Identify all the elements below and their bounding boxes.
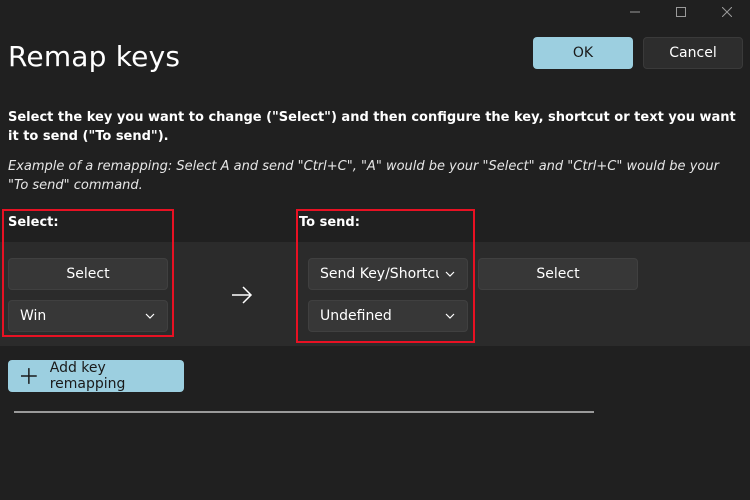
maximize-icon	[676, 7, 686, 17]
add-key-remapping-button[interactable]: Add key remapping	[8, 360, 184, 392]
close-icon	[722, 7, 732, 17]
divider	[14, 411, 594, 413]
close-button[interactable]	[704, 0, 750, 24]
ok-button[interactable]: OK	[533, 37, 633, 69]
window-controls	[612, 0, 750, 24]
select-shortcut-button[interactable]: Select	[478, 258, 638, 290]
add-key-remapping-label: Add key remapping	[49, 360, 126, 392]
maximize-button[interactable]	[658, 0, 704, 24]
cancel-button[interactable]: Cancel	[643, 37, 743, 69]
to-send-highlight-box	[296, 209, 475, 343]
minimize-icon	[630, 11, 640, 13]
plus-icon	[20, 368, 37, 384]
page-title: Remap keys	[8, 40, 181, 73]
minimize-button[interactable]	[612, 0, 658, 24]
instructions-text: Select the key you want to change ("Sele…	[8, 110, 736, 144]
arrow-right-icon	[232, 286, 253, 304]
select-highlight-box	[2, 209, 174, 337]
example-text: Example of a remapping: Select A and sen…	[8, 159, 719, 193]
